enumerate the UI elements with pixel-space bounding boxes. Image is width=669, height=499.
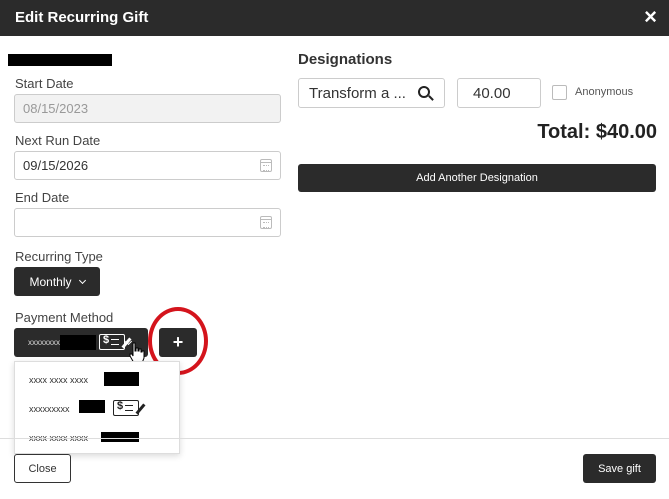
amount-field[interactable]: 40.00 xyxy=(457,78,541,108)
payment-method-label: Payment Method xyxy=(15,310,114,325)
payment-method-value: xxxxxxxx xyxy=(28,338,60,347)
designation-search-value: Transform a ... xyxy=(309,84,406,102)
redacted-account xyxy=(60,335,96,350)
redacted-account xyxy=(101,432,139,442)
next-run-date-value: 09/15/2026 xyxy=(23,158,89,173)
redacted-account xyxy=(79,400,105,413)
add-another-designation-button[interactable]: Add Another Designation xyxy=(298,164,656,192)
recurring-type-value: Monthly xyxy=(29,274,72,289)
redacted-account xyxy=(104,372,139,386)
footer-divider xyxy=(0,438,669,439)
end-date-label: End Date xyxy=(15,190,70,205)
close-icon[interactable]: × xyxy=(644,5,657,29)
next-run-date-label: Next Run Date xyxy=(15,133,101,148)
anonymous-checkbox[interactable] xyxy=(552,85,567,100)
payment-option-text: xxxxxxxxx xyxy=(29,404,70,414)
calendar-icon[interactable] xyxy=(260,159,272,172)
designation-search-field[interactable]: Transform a ... xyxy=(298,78,445,108)
check-icon: $ xyxy=(99,334,132,350)
payment-method-dropdown: xxxx xxxx xxxx xxxxxxxxx $ xxxx xxxx xxx… xyxy=(14,361,180,454)
designations-heading: Designations xyxy=(298,51,393,68)
chevron-down-icon xyxy=(78,276,86,284)
modal-title: Edit Recurring Gift xyxy=(15,9,149,26)
list-item[interactable]: xxxx xxxx xxxx xyxy=(15,422,179,452)
recurring-type-label: Recurring Type xyxy=(15,249,103,264)
list-item[interactable]: xxxx xxxx xxxx xyxy=(15,364,179,394)
redacted-donor-name xyxy=(8,54,112,66)
anonymous-label: Anonymous xyxy=(575,86,634,98)
modal-header: Edit Recurring Gift × xyxy=(0,0,669,36)
next-run-date-field[interactable]: 09/15/2026 xyxy=(14,151,281,180)
recurring-type-select[interactable]: Monthly xyxy=(14,267,100,296)
check-icon: $ xyxy=(113,400,146,416)
close-button-label: Close xyxy=(28,462,57,475)
amount-value: 40.00 xyxy=(473,84,511,102)
close-button[interactable]: Close xyxy=(14,454,71,483)
calendar-icon[interactable] xyxy=(260,216,272,229)
search-icon[interactable] xyxy=(418,86,430,98)
end-date-field[interactable] xyxy=(14,208,281,237)
list-item[interactable]: xxxxxxxxx $ xyxy=(15,393,179,423)
payment-option-text: xxxx xxxx xxxx xyxy=(29,375,89,385)
start-date-field: 08/15/2023 xyxy=(14,94,281,123)
add-another-designation-label: Add Another Designation xyxy=(416,172,538,184)
save-gift-button[interactable]: Save gift xyxy=(583,454,656,483)
start-date-value: 08/15/2023 xyxy=(23,101,89,116)
total-amount: Total: $40.00 xyxy=(537,121,657,143)
start-date-label: Start Date xyxy=(15,76,74,91)
save-gift-label: Save gift xyxy=(598,462,641,475)
